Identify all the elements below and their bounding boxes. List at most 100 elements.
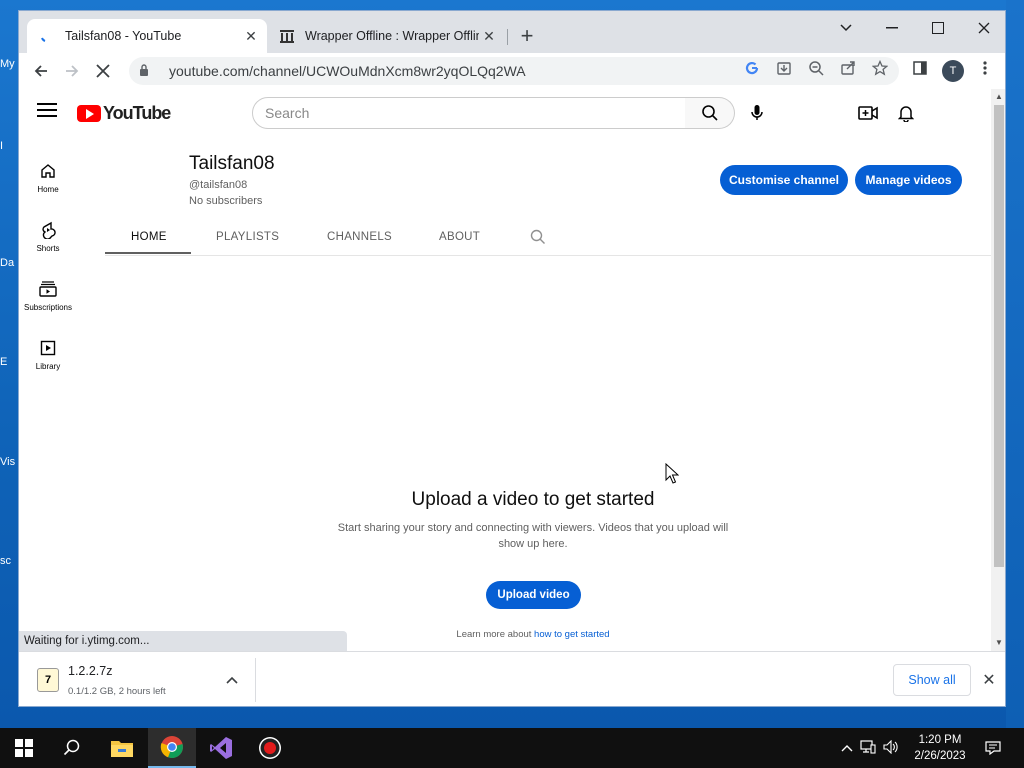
bookmark-star-icon[interactable] — [871, 59, 889, 77]
channel-search-icon[interactable] — [530, 229, 546, 250]
microphone-icon — [751, 105, 763, 120]
tab-separator — [507, 29, 508, 45]
clock-date: 2/26/2023 — [914, 750, 966, 762]
taskbar-clock[interactable]: 1:20 PM 2/26/2023 — [910, 732, 970, 764]
scroll-thumb[interactable] — [994, 105, 1004, 567]
tab-wrapper-offline[interactable]: Wrapper Offline : Wrapper Offline ✕ — [269, 19, 505, 53]
show-all-button[interactable]: Show all — [893, 664, 971, 696]
tab-title: Tailsfan08 - YouTube — [65, 29, 182, 43]
empty-state-description: Start sharing your story and connecting … — [337, 522, 729, 550]
how-to-get-started-link[interactable]: how to get started — [534, 629, 610, 640]
guide-label: Home — [37, 185, 59, 194]
tab-playlists[interactable]: PLAYLISTS — [216, 231, 279, 243]
taskbar-search-button[interactable] — [48, 728, 96, 768]
back-button[interactable] — [29, 59, 53, 83]
scroll-down-icon[interactable]: ▼ — [995, 639, 1003, 647]
desktop-icon-label[interactable]: sc — [0, 555, 18, 567]
guide-label: Library — [35, 362, 61, 371]
menu-kebab-icon[interactable] — [976, 59, 994, 77]
minimize-button[interactable] — [869, 15, 915, 41]
chrome-taskbar-button[interactable] — [148, 728, 196, 768]
start-button[interactable] — [0, 728, 48, 768]
file-explorer-button[interactable] — [98, 728, 146, 768]
zoom-out-icon[interactable] — [807, 59, 825, 77]
desktop-icon-label[interactable]: Vis — [0, 456, 18, 468]
search-input[interactable]: Search — [252, 97, 686, 129]
install-app-icon[interactable] — [775, 59, 793, 77]
manage-videos-button[interactable]: Manage videos — [855, 165, 962, 195]
bell-icon — [898, 106, 914, 122]
visual-studio-button[interactable] — [197, 728, 245, 768]
customise-channel-button[interactable]: Customise channel — [720, 165, 848, 195]
voice-search-button[interactable] — [745, 101, 769, 125]
museum-icon — [279, 28, 295, 44]
download-progress-text: 0.1/1.2 GB, 2 hours left — [68, 686, 166, 697]
browser-toolbar: youtube.com/channel/UCWOuMdnXcm8wr2yqOLQ… — [19, 53, 1005, 89]
guide-label: Shorts — [36, 244, 60, 253]
google-translate-icon[interactable] — [743, 59, 761, 77]
youtube-play-icon — [77, 105, 101, 122]
chevron-up-icon[interactable] — [838, 741, 856, 755]
guide-label: Subscriptions — [23, 303, 73, 312]
folder-icon — [111, 741, 133, 757]
download-separator — [255, 658, 256, 702]
loading-icon — [39, 28, 55, 44]
desktop-icon-label[interactable]: E — [0, 356, 18, 368]
channel-tabs: HOME PLAYLISTS CHANNELS ABOUT — [105, 225, 991, 255]
tab-about[interactable]: ABOUT — [439, 231, 480, 243]
chrome-icon — [160, 736, 183, 759]
stop-loading-button[interactable] — [91, 59, 115, 83]
home-icon — [38, 161, 58, 181]
visual-studio-icon — [210, 737, 232, 759]
recorder-button[interactable] — [246, 728, 294, 768]
maximize-button[interactable] — [915, 15, 961, 41]
lock-icon[interactable] — [139, 63, 155, 79]
forward-button[interactable] — [60, 59, 84, 83]
new-tab-button[interactable]: + — [515, 25, 539, 49]
guide-item-library[interactable]: Library — [19, 324, 77, 384]
close-tab-icon[interactable]: ✕ — [241, 26, 261, 46]
channel-name: Tailsfan08 — [189, 153, 275, 174]
desktop-icon-label[interactable]: My — [0, 58, 18, 70]
tab-search-button[interactable] — [823, 15, 869, 41]
guide-item-subscriptions[interactable]: Subscriptions — [19, 265, 77, 325]
desktop-edge — [1006, 0, 1024, 728]
hamburger-menu-icon[interactable] — [37, 103, 57, 119]
tab-channels[interactable]: CHANNELS — [327, 231, 392, 243]
record-icon — [259, 737, 281, 759]
tabs-divider — [105, 255, 991, 256]
page-scrollbar[interactable]: ▲ ▼ — [991, 89, 1005, 651]
chevron-up-icon[interactable] — [222, 670, 242, 690]
youtube-logo[interactable]: YouTube — [77, 103, 171, 124]
share-icon[interactable] — [839, 59, 857, 77]
desktop-icon-label[interactable]: Da — [0, 257, 18, 269]
network-icon[interactable] — [856, 739, 880, 757]
desktop-icon-label[interactable]: I — [0, 140, 18, 152]
notifications-center-icon[interactable] — [978, 728, 1008, 768]
create-video-button[interactable] — [856, 101, 880, 125]
volume-icon[interactable] — [880, 739, 902, 757]
tab-home[interactable]: HOME — [131, 231, 167, 243]
channel-handle: @tailsfan08 — [189, 179, 248, 191]
profile-avatar[interactable]: T — [942, 60, 964, 82]
youtube-page: YouTube Search Home Shorts Subscriptions… — [19, 89, 991, 651]
search-icon — [701, 105, 718, 121]
download-filename[interactable]: 1.2.2.7z — [68, 664, 112, 678]
guide-item-shorts[interactable]: Shorts — [19, 206, 77, 266]
tab-strip: Tailsfan08 - YouTube ✕ Wrapper Offline :… — [19, 11, 1005, 53]
guide-item-home[interactable]: Home — [19, 147, 77, 207]
close-window-button[interactable] — [961, 15, 1005, 41]
upload-video-button[interactable]: Upload video — [486, 581, 581, 609]
status-bubble: Waiting for i.ytimg.com... — [19, 631, 347, 651]
tab-youtube[interactable]: Tailsfan08 - YouTube ✕ — [27, 19, 267, 53]
search-button[interactable] — [685, 97, 735, 129]
archive-file-icon[interactable]: 7 — [37, 668, 59, 692]
close-tab-icon[interactable]: ✕ — [479, 26, 499, 46]
side-panel-icon[interactable] — [911, 59, 929, 77]
mouse-cursor-icon — [665, 462, 680, 485]
search-icon — [63, 739, 80, 756]
close-download-bar-icon[interactable]: ✕ — [979, 670, 999, 690]
notifications-button[interactable] — [894, 101, 918, 125]
clock-time: 1:20 PM — [918, 734, 962, 746]
scroll-up-icon[interactable]: ▲ — [995, 93, 1003, 101]
